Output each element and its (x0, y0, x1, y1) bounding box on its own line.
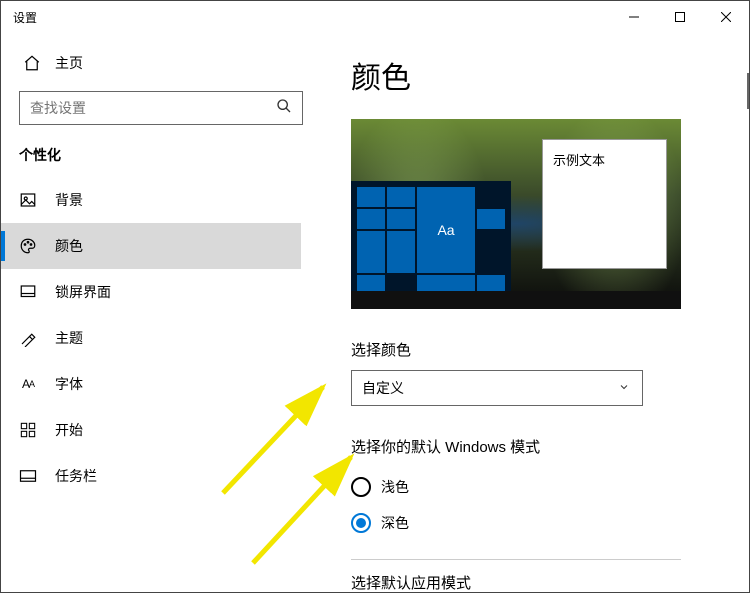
sidebar-item-fonts[interactable]: AA 字体 (1, 361, 301, 407)
picture-icon (19, 191, 37, 209)
preview-taskbar (351, 291, 681, 309)
chevron-down-icon (618, 380, 630, 396)
themes-icon (19, 329, 37, 347)
scrollbar[interactable] (747, 73, 749, 109)
font-icon: AA (19, 375, 37, 393)
radio-icon (351, 477, 371, 497)
preview-sample-window: 示例文本 (542, 139, 667, 269)
home-button[interactable]: 主页 (5, 41, 301, 85)
taskbar-icon (19, 467, 37, 485)
app-mode-label: 选择默认应用模式 (351, 572, 709, 593)
preview-start-menu: Aa (351, 181, 511, 291)
sidebar: 主页 个性化 背景 (1, 33, 321, 593)
choose-color-value: 自定义 (362, 378, 404, 398)
radio-label: 深色 (381, 513, 409, 533)
windows-mode-label: 选择你的默认 Windows 模式 (351, 436, 709, 457)
sidebar-nav: 背景 颜色 (1, 177, 321, 499)
minimize-button[interactable] (611, 1, 657, 33)
palette-icon (19, 237, 37, 255)
sidebar-item-label: 开始 (55, 420, 83, 440)
sidebar-item-start[interactable]: 开始 (1, 407, 301, 453)
sidebar-item-label: 字体 (55, 374, 83, 394)
divider (351, 559, 681, 560)
sidebar-item-colors[interactable]: 颜色 (1, 223, 301, 269)
search-box[interactable] (19, 91, 303, 125)
search-icon (276, 98, 292, 119)
window-title: 设置 (13, 9, 37, 26)
radio-label: 浅色 (381, 477, 409, 497)
sidebar-item-label: 颜色 (55, 236, 83, 256)
home-label: 主页 (55, 53, 83, 73)
window-buttons (611, 1, 749, 33)
preview-tile-accent: Aa (417, 187, 475, 273)
maximize-button[interactable] (657, 1, 703, 33)
theme-preview: Aa 示例文本 (351, 119, 681, 309)
sidebar-item-themes[interactable]: 主题 (1, 315, 301, 361)
sidebar-item-label: 主题 (55, 328, 83, 348)
content-area: 颜色 Aa 示例文本 选择颜色 (321, 33, 749, 593)
page-title: 颜色 (351, 53, 709, 97)
titlebar: 设置 (1, 1, 749, 33)
search-input[interactable] (30, 100, 270, 116)
sidebar-item-taskbar[interactable]: 任务栏 (1, 453, 301, 499)
windows-mode-radios: 浅色 深色 (351, 469, 709, 541)
preview-sample-text: 示例文本 (553, 153, 605, 168)
radio-dark[interactable]: 深色 (351, 505, 709, 541)
sidebar-section-title: 个性化 (1, 139, 321, 177)
lockscreen-icon (19, 283, 37, 301)
sidebar-item-background[interactable]: 背景 (1, 177, 301, 223)
sidebar-item-label: 背景 (55, 190, 83, 210)
radio-icon (351, 513, 371, 533)
radio-light[interactable]: 浅色 (351, 469, 709, 505)
choose-color-dropdown[interactable]: 自定义 (351, 370, 643, 406)
home-icon (23, 54, 41, 72)
start-icon (19, 421, 37, 439)
sidebar-item-label: 任务栏 (55, 466, 97, 486)
sidebar-item-lockscreen[interactable]: 锁屏界面 (1, 269, 301, 315)
close-button[interactable] (703, 1, 749, 33)
sidebar-item-label: 锁屏界面 (55, 282, 111, 302)
settings-window: 设置 主页 (0, 0, 750, 593)
choose-color-label: 选择颜色 (351, 339, 709, 360)
